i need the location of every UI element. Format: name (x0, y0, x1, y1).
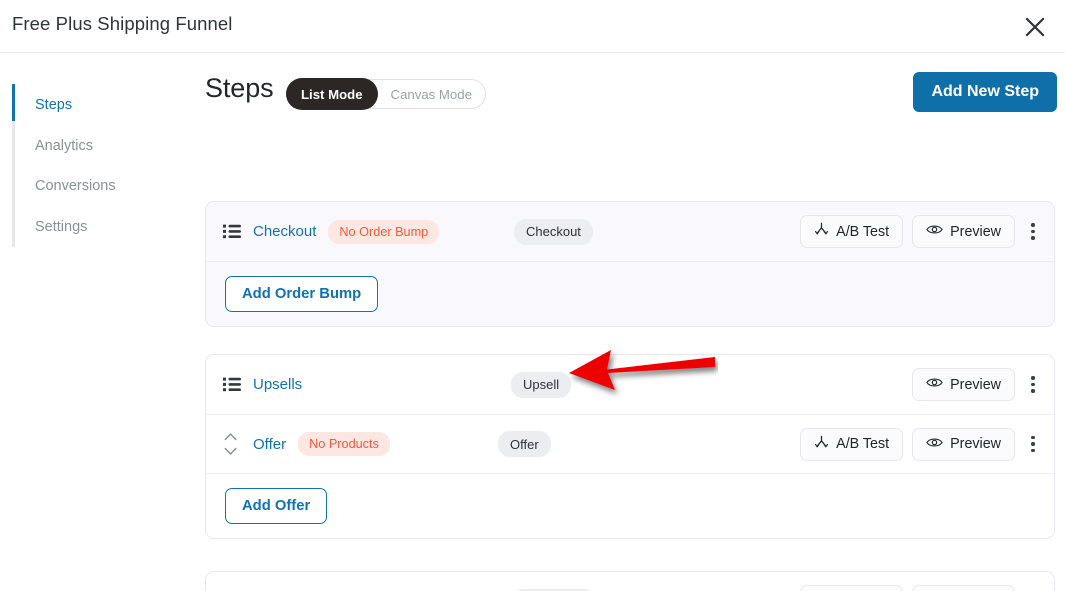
preview-button[interactable]: Preview (912, 368, 1015, 401)
main-content: Steps List Mode Canvas Mode Add New Step (190, 53, 1065, 591)
step-type-pill: Upsell (511, 371, 572, 398)
step-type-pill: Offer (498, 431, 551, 457)
kebab-menu-icon[interactable] (1022, 217, 1044, 247)
table-row[interactable]: Offer No Products Offer A/B Test Preview (206, 414, 1054, 473)
close-button[interactable] (1013, 5, 1057, 49)
steps-heading: Steps (205, 73, 274, 103)
ab-test-label: A/B Test (836, 436, 890, 452)
sidebar-item-settings[interactable]: Settings (15, 207, 184, 248)
step-name-link[interactable]: Checkout (253, 223, 316, 240)
step-type-pill: Checkout (514, 218, 593, 245)
step-card-checkout: Checkout No Order Bump Checkout A/B Test… (205, 201, 1055, 327)
sort-handle-icon[interactable] (223, 429, 249, 459)
step-card-upsells: Upsells Upsell Preview Offer No Products… (205, 354, 1055, 539)
modal-body: Steps Analytics Conversions Settings Ste… (0, 53, 1065, 591)
preview-label: Preview (950, 376, 1001, 393)
sidebar-item-conversions[interactable]: Conversions (15, 166, 184, 207)
preview-button[interactable]: Preview (912, 427, 1015, 461)
kebab-menu-icon[interactable] (1022, 587, 1044, 591)
row-actions: Preview (912, 368, 1044, 401)
ab-test-button[interactable]: A/B Test (800, 427, 904, 461)
table-row[interactable]: Thank you Page Thank you A/B T (206, 572, 1054, 591)
modal-header: Free Plus Shipping Funnel (0, 0, 1065, 53)
add-order-bump-button[interactable]: Add Order Bump (225, 276, 379, 312)
preview-label: Preview (950, 223, 1001, 240)
kebab-menu-icon[interactable] (1022, 370, 1044, 400)
eye-icon (926, 376, 943, 393)
add-offer-button[interactable]: Add Offer (225, 488, 328, 524)
steps-toolbar: Steps List Mode Canvas Mode Add New Step (190, 53, 1065, 128)
step-card-thank-you: Thank you Page Thank you A/B T (205, 571, 1055, 591)
preview-button[interactable]: Preview (912, 215, 1015, 248)
list-icon (223, 224, 249, 239)
tab-list-mode[interactable]: List Mode (286, 78, 378, 110)
view-mode-toggle[interactable]: List Mode Canvas Mode (286, 78, 486, 110)
sidebar-item-steps[interactable]: Steps (12, 84, 184, 126)
tab-canvas-mode[interactable]: Canvas Mode (378, 79, 485, 109)
preview-button[interactable]: Preview (912, 585, 1015, 591)
sidebar-nav: Steps Analytics Conversions Settings (12, 84, 184, 248)
split-test-icon (814, 435, 829, 454)
row-actions: A/B Test Preview (800, 215, 1044, 248)
table-row[interactable]: Checkout No Order Bump Checkout A/B Test… (206, 202, 1054, 261)
row-actions: A/B Test Preview (800, 427, 1044, 461)
status-badge: No Products (298, 432, 390, 456)
eye-icon (926, 436, 943, 453)
kebab-menu-icon[interactable] (1022, 429, 1044, 459)
page-title: Free Plus Shipping Funnel (12, 13, 233, 34)
sidebar-item-label: Conversions (35, 178, 116, 195)
preview-label: Preview (950, 436, 1001, 452)
sidebar-item-label: Steps (35, 97, 73, 114)
sidebar-item-label: Analytics (35, 137, 94, 154)
status-badge: No Order Bump (328, 219, 440, 244)
step-name-link[interactable]: Upsells (253, 376, 302, 393)
close-icon (1024, 16, 1046, 38)
table-row[interactable]: Upsells Upsell Preview (206, 355, 1054, 414)
add-offer-row: Add Offer (206, 473, 1054, 538)
split-test-icon (814, 222, 829, 241)
ab-test-button[interactable]: A/B Test (800, 585, 904, 591)
sidebar-item-analytics[interactable]: Analytics (15, 126, 184, 167)
ab-test-label: A/B Test (836, 223, 890, 240)
eye-icon (926, 223, 943, 240)
ab-test-button[interactable]: A/B Test (800, 215, 904, 248)
row-actions: A/B Test Preview (800, 585, 1044, 591)
step-name-link[interactable]: Offer (253, 436, 286, 453)
sidebar-item-label: Settings (35, 218, 88, 235)
list-icon (223, 377, 249, 392)
add-order-bump-row: Add Order Bump (206, 261, 1054, 326)
add-new-step-button[interactable]: Add New Step (913, 72, 1057, 112)
